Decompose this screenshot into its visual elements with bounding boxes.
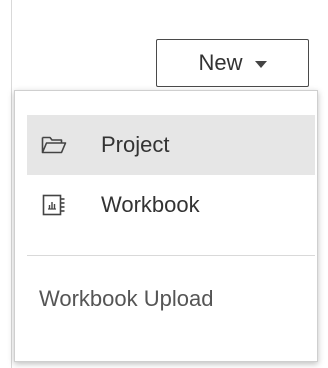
new-button-label: New: [198, 50, 243, 75]
menu-item-label: Project: [101, 132, 170, 157]
menu-item-workbook[interactable]: Workbook: [27, 175, 315, 235]
panel-divider: [11, 0, 12, 368]
menu-separator: [27, 255, 315, 256]
menu-item-project[interactable]: Project: [27, 115, 315, 175]
workbook-icon: [40, 193, 68, 217]
caret-down-icon: [254, 60, 267, 68]
menu-item-label: Workbook: [101, 192, 200, 217]
new-button[interactable]: New: [156, 39, 309, 87]
folder-icon: [40, 133, 68, 157]
menu-item-workbook-upload[interactable]: Workbook Upload: [39, 286, 213, 312]
page: New Project Workbook Workbook Upload: [0, 0, 328, 368]
new-dropdown-menu: Project Workbook Workbook Upload: [14, 90, 318, 362]
